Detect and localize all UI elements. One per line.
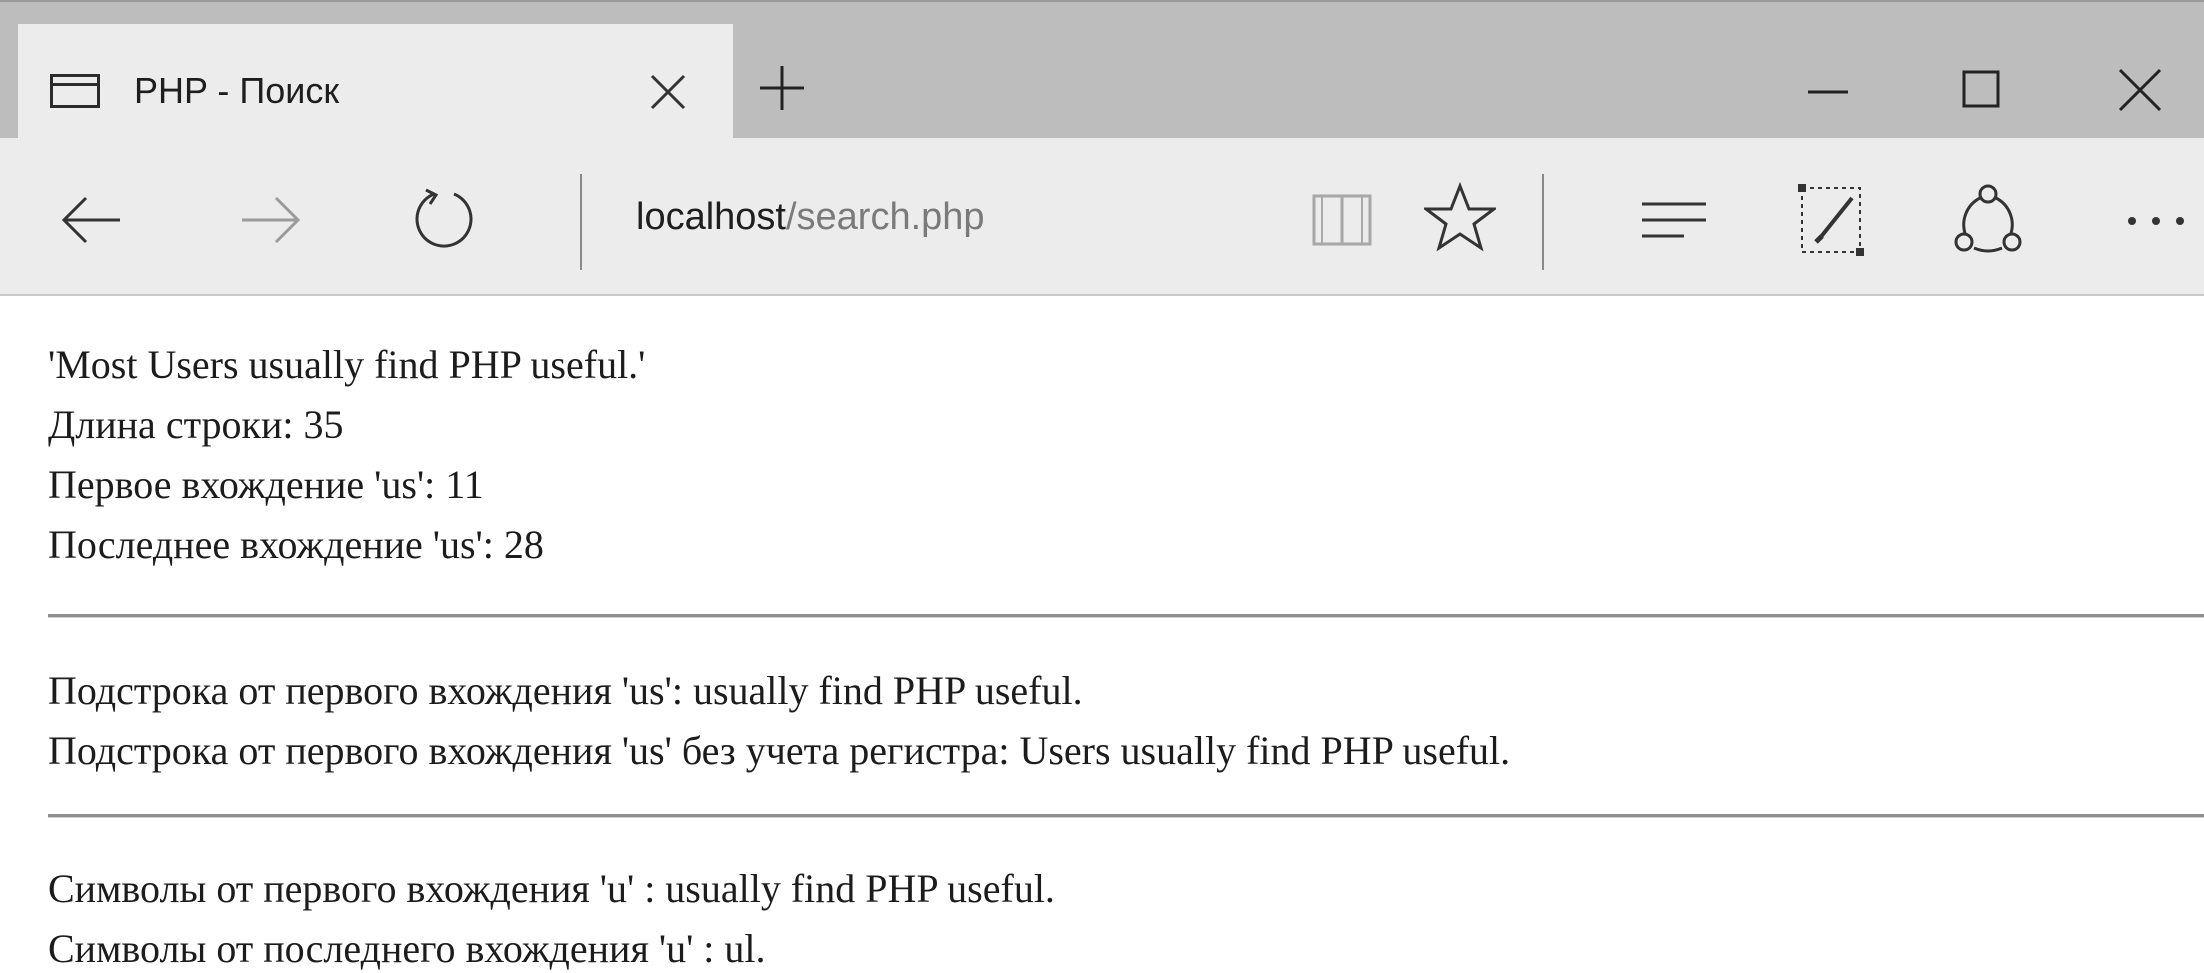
source-string-line: 'Most Users usually find PHP useful.' (48, 342, 646, 387)
chars-last-u-line: Символы от последнего вхождения 'u' : ul… (48, 926, 766, 971)
forward-arrow-icon[interactable] (238, 188, 302, 252)
close-icon[interactable] (648, 72, 688, 112)
chars-first-u-line: Символы от первого вхождения 'u' : usual… (48, 866, 1055, 911)
browser-tab[interactable]: PHP - Поиск (18, 24, 733, 140)
share-icon[interactable] (1950, 182, 2026, 258)
address-bar[interactable]: localhost/search.php (636, 192, 985, 242)
minimize-icon[interactable] (1800, 62, 1856, 118)
address-separator (580, 174, 582, 270)
address-path: /search.php (785, 196, 985, 238)
substring-first-line: Подстрока от первого вхождения 'us': usu… (48, 668, 1083, 713)
browser-window: PHP - Поиск localhost/search.php 'Most U… (0, 0, 2204, 973)
title-bar: PHP - Поиск (0, 0, 2204, 140)
horizontal-rule (48, 614, 2204, 618)
plus-icon[interactable] (758, 64, 806, 112)
string-length-line: Длина строки: 35 (48, 402, 344, 447)
toolbar-separator (1542, 174, 1544, 270)
navigation-bar: localhost/search.php (0, 138, 2204, 296)
maximize-icon[interactable] (1954, 62, 2010, 118)
address-host: localhost (636, 196, 786, 238)
horizontal-rule (48, 814, 2204, 818)
page-icon (50, 74, 100, 108)
hub-icon[interactable] (1640, 192, 1708, 248)
reading-view-icon[interactable] (1310, 190, 1374, 250)
web-note-icon[interactable] (1796, 182, 1868, 260)
close-icon[interactable] (2112, 62, 2168, 118)
more-icon[interactable] (2118, 196, 2194, 246)
substring-case-insensitive-line: Подстрока от первого вхождения 'us' без … (48, 728, 1511, 773)
tab-title: PHP - Поиск (134, 70, 340, 111)
back-arrow-icon[interactable] (60, 188, 124, 252)
page-content: 'Most Users usually find PHP useful.' Дл… (0, 296, 2204, 973)
last-occurrence-line: Последнее вхождение 'us': 28 (48, 522, 544, 567)
star-icon[interactable] (1424, 182, 1496, 254)
refresh-icon[interactable] (408, 184, 478, 254)
first-occurrence-line: Первое вхождение 'us': 11 (48, 462, 484, 507)
